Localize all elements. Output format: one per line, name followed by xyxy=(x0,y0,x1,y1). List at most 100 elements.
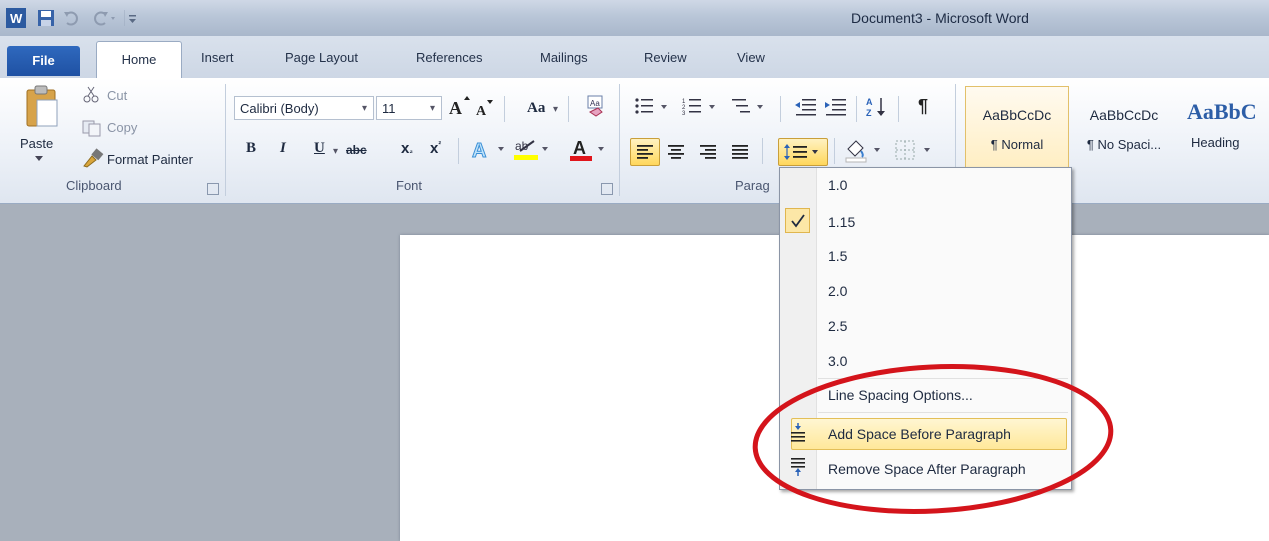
undo-icon[interactable] xyxy=(62,8,82,28)
text-effects-icon[interactable]: A xyxy=(470,136,510,162)
svg-text:Z: Z xyxy=(866,108,872,118)
underline-dropdown-arrow[interactable]: ▾ xyxy=(333,146,338,157)
decrease-indent-icon[interactable] xyxy=(794,96,818,118)
font-size-dropdown-arrow[interactable]: ▾ xyxy=(430,97,435,121)
paste-button[interactable]: Paste xyxy=(20,136,53,151)
svg-text:W: W xyxy=(10,11,23,26)
paragraph-separator xyxy=(762,138,763,164)
cut-button[interactable]: Cut xyxy=(107,88,127,103)
underline-button[interactable]: U xyxy=(314,140,325,157)
align-left-icon xyxy=(637,145,653,159)
font-name-dropdown-arrow[interactable]: ▾ xyxy=(362,97,367,121)
subscript-marker: ₂ xyxy=(409,146,413,155)
paragraph-separator xyxy=(856,96,857,122)
remove-space-after-paragraph[interactable]: Remove Space After Paragraph xyxy=(828,461,1026,477)
svg-text:A: A xyxy=(472,140,486,162)
superscript-marker: ² xyxy=(438,140,442,149)
change-case-dropdown-arrow[interactable]: ▾ xyxy=(553,104,558,115)
bold-button[interactable]: B xyxy=(246,140,256,157)
add-space-before-paragraph[interactable]: Add Space Before Paragraph xyxy=(828,426,1011,442)
group-separator xyxy=(225,84,226,196)
tab-file[interactable]: File xyxy=(7,46,80,76)
style-no-spacing[interactable]: AaBbCcDc ¶ No Spaci... xyxy=(1072,86,1176,170)
show-hide-marks-icon[interactable]: ¶ xyxy=(918,96,928,117)
tab-review[interactable]: Review xyxy=(642,44,689,72)
sort-icon[interactable]: AZ xyxy=(866,95,890,119)
font-name-box[interactable]: Calibri (Body) ▾ xyxy=(234,96,374,120)
font-color-icon[interactable]: A xyxy=(570,136,610,162)
paragraph-separator xyxy=(898,96,899,122)
menu-separator xyxy=(818,412,1068,413)
style-name: ¶ Normal xyxy=(990,137,1044,152)
font-name-value: Calibri (Body) xyxy=(240,101,319,116)
menu-separator xyxy=(818,378,1068,379)
font-size-box[interactable]: 11 ▾ xyxy=(376,96,442,120)
paragraph-separator xyxy=(780,96,781,122)
line-spacing-button[interactable] xyxy=(778,138,828,166)
style-heading[interactable]: AaBbC Heading xyxy=(1180,86,1269,170)
svg-text:Aa: Aa xyxy=(590,99,600,108)
copy-icon[interactable] xyxy=(82,119,102,137)
borders-icon[interactable] xyxy=(894,138,938,162)
svg-text:A: A xyxy=(476,104,487,119)
style-normal[interactable]: AaBbCcDc ¶ Normal xyxy=(965,86,1069,170)
paste-icon[interactable] xyxy=(22,84,60,130)
strikethrough-button[interactable]: abc xyxy=(346,143,367,157)
style-sample: AaBbCcDc xyxy=(982,107,1052,123)
font-separator xyxy=(458,138,459,164)
style-sample: AaBbC xyxy=(1187,99,1257,124)
customize-qat-icon[interactable] xyxy=(124,8,138,28)
shading-icon[interactable] xyxy=(844,137,890,163)
change-case-button[interactable]: Aa xyxy=(527,100,545,117)
paragraph-separator xyxy=(834,138,835,164)
clear-formatting-icon[interactable]: Aa xyxy=(584,94,608,118)
superscript-button[interactable]: x² xyxy=(430,140,441,157)
align-left-button[interactable] xyxy=(630,138,660,166)
format-painter-icon[interactable] xyxy=(82,148,104,168)
line-spacing-1-5[interactable]: 1.5 xyxy=(828,248,847,264)
line-spacing-3-0[interactable]: 3.0 xyxy=(828,353,847,369)
redo-icon[interactable] xyxy=(90,8,118,28)
subscript-button[interactable]: x₂ xyxy=(401,140,413,157)
align-right-icon[interactable] xyxy=(696,139,720,163)
tab-insert[interactable]: Insert xyxy=(199,44,236,72)
group-separator xyxy=(619,84,620,196)
font-separator xyxy=(504,96,505,122)
copy-button[interactable]: Copy xyxy=(107,120,137,135)
line-spacing-1-15[interactable]: 1.15 xyxy=(828,214,855,230)
multilevel-list-icon[interactable] xyxy=(730,96,770,118)
font-dialog-launcher[interactable] xyxy=(601,183,613,195)
text-highlight-color-icon[interactable]: ab xyxy=(514,136,554,162)
line-spacing-options[interactable]: Line Spacing Options... xyxy=(828,387,973,403)
tab-page-layout[interactable]: Page Layout xyxy=(283,44,360,72)
paste-dropdown-arrow[interactable] xyxy=(35,156,43,162)
font-group-label: Font xyxy=(396,178,423,193)
tab-home[interactable]: Home xyxy=(96,41,182,79)
italic-button[interactable]: I xyxy=(280,140,286,157)
svg-text:A: A xyxy=(866,97,873,107)
numbering-icon[interactable]: 123 xyxy=(682,96,722,118)
tab-mailings[interactable]: Mailings xyxy=(538,44,590,72)
style-name: ¶ No Spaci... xyxy=(1086,137,1162,152)
clipboard-dialog-launcher[interactable] xyxy=(207,183,219,195)
save-icon[interactable] xyxy=(36,8,56,28)
align-center-icon[interactable] xyxy=(664,139,688,163)
bullets-icon[interactable] xyxy=(634,96,674,118)
line-spacing-2-0[interactable]: 2.0 xyxy=(828,283,847,299)
cut-icon[interactable] xyxy=(82,86,100,104)
tab-view[interactable]: View xyxy=(735,44,767,72)
add-space-before-icon xyxy=(788,422,808,442)
line-spacing-2-5[interactable]: 2.5 xyxy=(828,318,847,334)
format-painter-button[interactable]: Format Painter xyxy=(107,152,193,167)
line-spacing-1-0[interactable]: 1.0 xyxy=(828,177,847,193)
word-app-icon[interactable]: W xyxy=(6,8,26,28)
remove-space-after-icon xyxy=(788,456,808,478)
increase-indent-icon[interactable] xyxy=(824,96,848,118)
ribbon-tab-row xyxy=(0,36,1269,79)
shrink-font-icon[interactable]: A xyxy=(474,98,496,120)
tab-references[interactable]: References xyxy=(414,44,484,72)
grow-font-icon[interactable]: A xyxy=(448,94,472,118)
clipboard-group-label: Clipboard xyxy=(66,178,122,193)
justify-icon[interactable] xyxy=(728,139,752,163)
svg-text:A: A xyxy=(573,138,586,158)
